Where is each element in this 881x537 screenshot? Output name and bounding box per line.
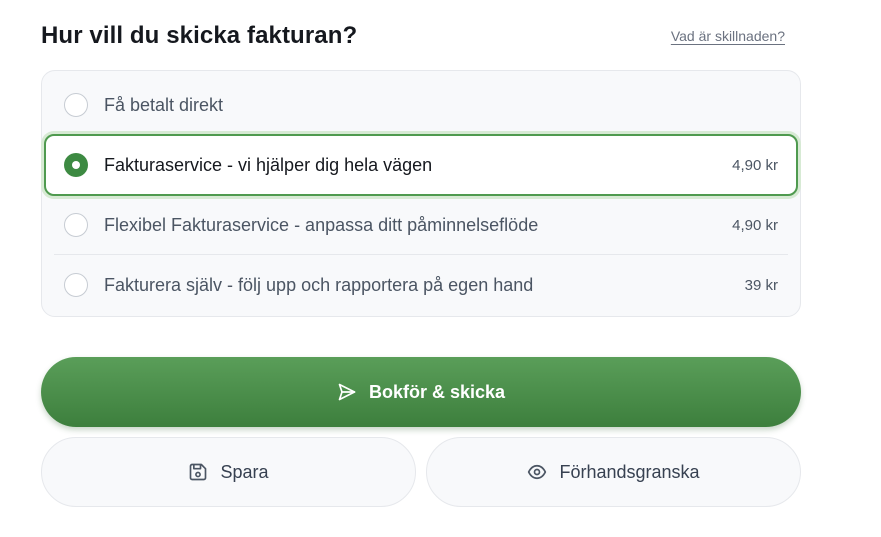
secondary-actions: Spara Förhandsgranska [41,437,801,507]
delivery-options-group: Få betalt direkt Fakturaservice - vi hjä… [41,70,801,317]
eye-icon [528,464,547,480]
difference-help-link[interactable]: Vad är skillnaden? [671,28,785,44]
book-and-send-label: Bokför & skicka [368,381,506,402]
option-price: 4,90 kr [732,156,778,174]
save-icon [190,463,207,481]
save-label: Spara [220,461,269,482]
save-button[interactable]: Spara [41,437,416,507]
header: Hur vill du skicka fakturan? Vad är skil… [41,20,785,52]
option-label: Få betalt direkt [104,94,224,115]
preview-button[interactable]: Förhandsgranska [426,437,801,507]
option-price: 4,90 kr [732,216,778,234]
option-label: Flexibel Fakturaservice - anpassa ditt p… [104,214,539,235]
option-flexibel-fakturaservice[interactable]: Flexibel Fakturaservice - anpassa ditt p… [54,195,788,255]
radio-button[interactable] [64,93,88,117]
page-title: Hur vill du skicka fakturan? [41,22,358,49]
radio-button[interactable] [64,213,88,237]
option-label: Fakturaservice - vi hjälper dig hela väg… [104,154,433,175]
preview-label: Förhandsgranska [559,461,700,482]
book-and-send-button[interactable]: Bokför & skicka [41,357,801,427]
option-direct-payment[interactable]: Få betalt direkt [54,75,788,135]
option-fakturera-sjalv[interactable]: Fakturera själv - följ upp och rapporter… [54,255,788,315]
radio-button-selected[interactable] [64,153,88,177]
option-label: Fakturera själv - följ upp och rapporter… [104,274,534,295]
option-fakturaservice[interactable]: Fakturaservice - vi hjälper dig hela väg… [44,134,798,196]
send-icon [338,383,356,401]
radio-button[interactable] [64,273,88,297]
invoice-send-panel: Hur vill du skicka fakturan? Vad är skil… [0,0,881,537]
option-price: 39 kr [744,276,778,294]
